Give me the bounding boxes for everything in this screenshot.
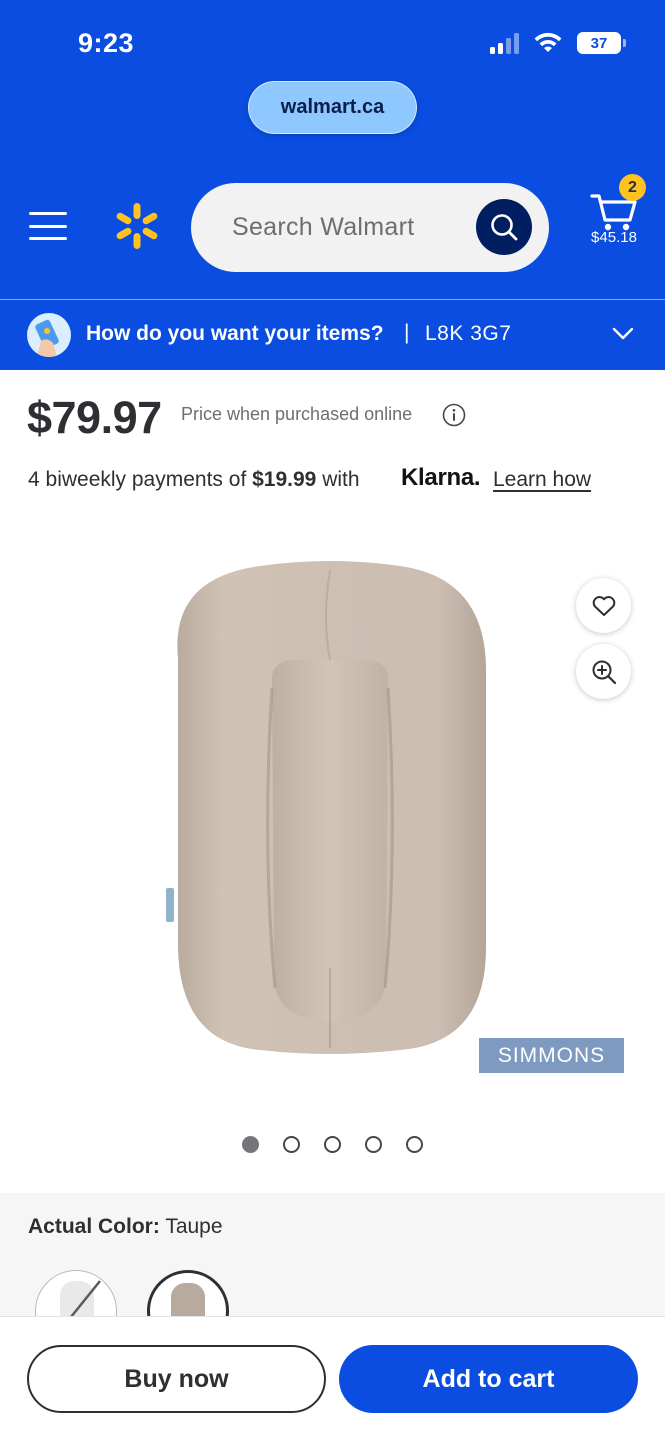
- carousel-dot[interactable]: [324, 1136, 341, 1153]
- carousel-dot[interactable]: [365, 1136, 382, 1153]
- battery-level: 37: [590, 34, 608, 52]
- battery-icon: 37: [577, 32, 626, 54]
- search-icon: [491, 214, 518, 241]
- divider: |: [404, 321, 410, 344]
- zoom-button[interactable]: [576, 644, 631, 699]
- color-label-title: Actual Color:: [28, 1215, 160, 1238]
- bottom-action-bar: Buy now Add to cart: [0, 1316, 665, 1440]
- brand-logo: SIMMONS: [479, 1038, 624, 1073]
- installment-prefix: 4 biweekly payments of: [28, 468, 247, 491]
- status-icons: 37: [490, 32, 626, 54]
- heart-icon: [592, 595, 615, 616]
- fulfillment-question: How do you want your items?: [86, 322, 384, 345]
- klarna-logo: Klarna.: [401, 464, 481, 491]
- add-to-cart-button[interactable]: Add to cart: [339, 1345, 638, 1413]
- price-note: Price when purchased online: [181, 404, 413, 424]
- color-label: Actual Color: Taupe: [28, 1215, 223, 1239]
- phone-hand-icon: [27, 313, 71, 357]
- cart-total: $45.18: [591, 229, 637, 246]
- carousel-dot[interactable]: [406, 1136, 423, 1153]
- favorite-button[interactable]: [576, 578, 631, 633]
- installment-with: with: [322, 468, 360, 491]
- status-time: 9:23: [78, 28, 135, 58]
- wifi-icon: [534, 32, 562, 52]
- menu-icon[interactable]: [29, 212, 67, 240]
- fulfillment-selector[interactable]: How do you want your items? | L8K 3G7: [0, 299, 665, 370]
- learn-how-link[interactable]: Learn how: [493, 468, 591, 492]
- product-price: $79.97: [27, 392, 162, 443]
- url-bar[interactable]: walmart.ca: [248, 81, 417, 134]
- image-carousel-dots: [242, 1136, 423, 1153]
- buy-now-button[interactable]: Buy now: [27, 1345, 326, 1413]
- installment-amount: $19.99: [252, 468, 317, 491]
- search-input[interactable]: Search Walmart: [191, 183, 549, 272]
- cart-count-badge: 2: [619, 174, 646, 201]
- walmart-spark-logo[interactable]: [112, 201, 162, 251]
- carousel-dot[interactable]: [283, 1136, 300, 1153]
- postal-code: L8K 3G7: [425, 322, 512, 345]
- installment-text: 4 biweekly payments of $19.99 with: [28, 468, 360, 492]
- zoom-in-icon: [592, 660, 616, 684]
- cellular-signal-icon: [490, 32, 519, 54]
- color-selector: Actual Color: Taupe: [0, 1193, 665, 1323]
- chevron-down-icon: [612, 327, 634, 340]
- product-image[interactable]: [150, 548, 510, 1068]
- carousel-dot[interactable]: [242, 1136, 259, 1153]
- selected-color: Taupe: [165, 1215, 223, 1238]
- info-icon[interactable]: [442, 403, 466, 427]
- site-header: 9:23 37 walmart.ca Search Walmart 2 $45.…: [0, 0, 665, 300]
- search-button[interactable]: [476, 199, 532, 255]
